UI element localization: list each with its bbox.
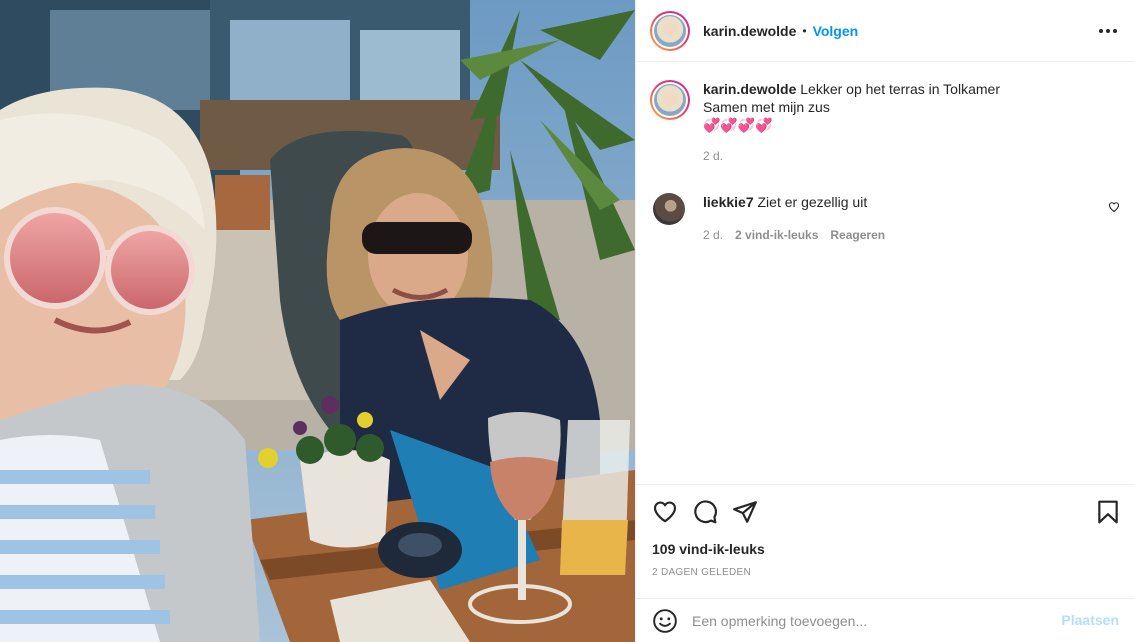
caption-username[interactable]: karin.dewolde	[703, 81, 796, 97]
heart-icon[interactable]	[652, 499, 678, 525]
post-header: karin.dewolde • Volgen	[636, 0, 1134, 62]
comment-text: Ziet er gezellig uit	[757, 194, 868, 210]
smiley-icon[interactable]	[652, 608, 678, 634]
post-comment-button[interactable]: Plaatsen	[1061, 612, 1119, 628]
comment-age[interactable]: 2 d.	[703, 226, 723, 244]
post-age[interactable]: 2 DAGEN GELEDEN	[652, 567, 751, 578]
caption: karin.dewolde Lekker op het terras in To…	[650, 80, 1120, 165]
bookmark-icon[interactable]	[1095, 499, 1121, 525]
reply-button[interactable]: Reageren	[830, 226, 885, 244]
caption-avatar[interactable]	[650, 80, 690, 120]
comment-bubble-icon[interactable]	[692, 499, 718, 525]
more-horizontal-icon[interactable]	[1099, 24, 1117, 38]
likes-count[interactable]: 109 vind-ik-leuks	[652, 541, 765, 557]
paper-plane-icon[interactable]	[732, 499, 758, 525]
follow-button[interactable]: Volgen	[813, 23, 859, 39]
heart-small-icon[interactable]	[1108, 201, 1120, 213]
add-comment-bar: Plaatsen	[636, 598, 1134, 642]
header-separator: •	[802, 23, 807, 38]
caption-text-line2: Samen met mijn zus	[703, 99, 830, 115]
post-actions: 109 vind-ik-leuks 2 DAGEN GELEDEN	[636, 484, 1134, 604]
post-photo[interactable]	[0, 0, 635, 642]
comment-item: liekkie7 Ziet er gezellig uit 2 d. 2 vin…	[650, 193, 1120, 244]
post-side-panel: karin.dewolde • Volgen karin.dewolde Lek…	[635, 0, 1134, 642]
comment-username[interactable]: liekkie7	[703, 194, 754, 210]
caption-emojis: 💞💞💞💞	[703, 117, 773, 133]
caption-age[interactable]: 2 d.	[703, 147, 1103, 165]
comments-section[interactable]: karin.dewolde Lekker op het terras in To…	[636, 62, 1134, 484]
author-username[interactable]: karin.dewolde	[703, 23, 796, 39]
commenter-avatar[interactable]	[653, 193, 685, 225]
comment-likes[interactable]: 2 vind-ik-leuks	[735, 226, 818, 244]
post-photo-image	[0, 0, 635, 642]
comment-input[interactable]	[692, 612, 1042, 629]
caption-text-line1: Lekker op het terras in Tolkamer	[800, 81, 1000, 97]
author-avatar[interactable]	[650, 10, 690, 51]
